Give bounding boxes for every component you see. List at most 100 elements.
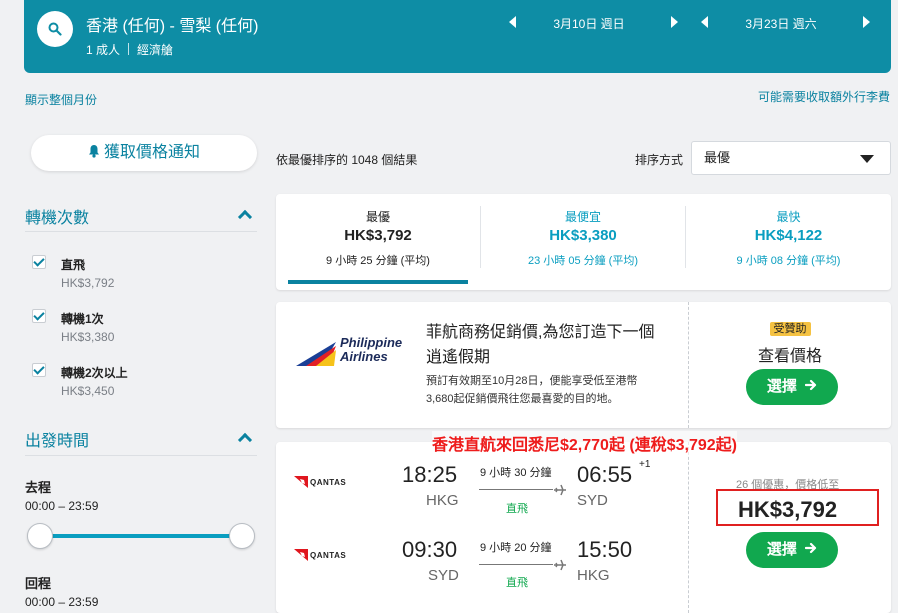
departure-time-title[interactable]: 出發時間: [25, 427, 89, 451]
view-price-text: 查看價格: [757, 348, 822, 365]
traveller-summary[interactable]: 1 成人 經濟艙: [86, 41, 173, 58]
sort-tabs: 最優 HK$3,792 9 小時 25 分鐘 (平均) 最便宜 HK$3,380…: [276, 194, 891, 290]
ad-headline: 菲航商務促銷價,為您訂造下一個 逍遙假期: [426, 320, 654, 370]
inbound-duration: 9 小時 20 分鐘: [480, 542, 552, 554]
tab-best[interactable]: 最優 HK$3,792 9 小時 25 分鐘 (平均): [276, 194, 480, 290]
passengers-text: 1 成人: [86, 43, 121, 57]
inbound-arrive-time: 15:50: [577, 537, 633, 562]
day-offset: +1: [639, 459, 651, 470]
outbound-arrive-time: 06:55: [577, 462, 633, 487]
stops-direct-label[interactable]: 直飛: [61, 256, 85, 273]
active-tab-indicator: [288, 280, 468, 284]
flight-result-card[interactable]: QANTAS 18:25 HKG 9 小時 30 分鐘 直飛 06:55 +1 …: [276, 442, 891, 613]
sort-value: 最優: [704, 150, 731, 165]
inbound-depart-time: 09:30: [402, 537, 458, 562]
ad-headline-line1: 菲航商務促銷價,為您訂造下一個: [426, 324, 655, 341]
stops-two-plus-label[interactable]: 轉機2次以上: [61, 364, 128, 381]
ad-body: 預訂有效期至10月28日，便能享受低至港幣 3,680起促銷價飛往您最喜愛的目的…: [426, 372, 637, 408]
outbound-duration: 9 小時 30 分鐘: [480, 467, 552, 479]
outbound-depart-airport: HKG: [426, 492, 459, 509]
baggage-fees-link[interactable]: 可能需要收取額外行李費: [758, 88, 890, 105]
search-icon: [48, 22, 62, 36]
philippine-airlines-logo-icon: [296, 342, 336, 366]
ad-body-line2: 3,680起促銷價飛往您最喜愛的目的地。: [426, 393, 619, 405]
outbound-depart-time: 18:25: [402, 462, 458, 487]
outbound-range: 00:00 – 23:59: [25, 499, 99, 513]
stops-filter-title[interactable]: 轉機次數: [25, 204, 89, 228]
cabin-text: 經濟艙: [137, 43, 174, 57]
outbound-end-handle[interactable]: [229, 523, 255, 549]
chevron-down-icon: [860, 155, 874, 163]
depart-date[interactable]: 3月10日 週日: [529, 15, 649, 32]
inbound-stops: 直飛: [506, 577, 528, 589]
outbound-arrive-airport: SYD: [577, 492, 608, 509]
stops-direct-price: HK$3,792: [61, 276, 115, 290]
route-summary[interactable]: 香港 (任何) - 雪梨 (任何): [86, 12, 258, 36]
tab-duration: 9 小時 25 分鐘 (平均): [326, 255, 430, 267]
ad-headline-line2: 逍遙假期: [426, 349, 491, 366]
tab-title: 最快: [776, 210, 801, 224]
airline-logo: QANTAS: [294, 549, 356, 563]
tab-title: 最優: [365, 210, 390, 224]
outbound-route-line: [479, 489, 553, 490]
promo-banner: 香港直航來回悉尼$2,770起 (連稅$3,792起): [432, 431, 737, 455]
return-date[interactable]: 3月23日 週六: [721, 15, 841, 32]
depart-next-date-icon[interactable]: [671, 16, 678, 28]
stops-one-price: HK$3,380: [61, 330, 115, 344]
price-alert-label: 獲取價格通知: [103, 144, 200, 161]
return-next-date-icon[interactable]: [863, 16, 870, 28]
plane-icon: [553, 483, 567, 501]
tab-title: 最便宜: [564, 210, 601, 224]
outbound-label: 去程: [25, 480, 52, 495]
sort-label: 排序方式: [635, 153, 684, 167]
inbound-depart-airport: SYD: [428, 567, 459, 584]
stops-two-plus-checkbox[interactable]: [32, 363, 46, 377]
arrow-right-icon: [804, 369, 817, 405]
outbound-time-slider[interactable]: [40, 534, 242, 538]
bell-icon: [88, 144, 100, 158]
show-month-link[interactable]: 顯示整個月份: [25, 91, 97, 108]
tab-duration: 9 小時 08 分鐘 (平均): [736, 255, 841, 267]
airline-logo: QANTAS: [294, 476, 356, 490]
divider: [25, 231, 257, 232]
qantas-kangaroo-icon: [294, 549, 308, 561]
flight-select-button[interactable]: 選擇: [746, 532, 838, 568]
depart-prev-date-icon[interactable]: [509, 16, 516, 28]
tab-fastest[interactable]: 最快 HK$4,122 9 小時 08 分鐘 (平均): [686, 194, 891, 290]
inbound-route-line: [479, 564, 553, 565]
results-count: 依最優排序的 1048 個結果: [276, 153, 418, 167]
card-separator: [688, 442, 689, 613]
collapse-stops-icon[interactable]: [237, 209, 253, 225]
ad-body-line1: 預訂有效期至10月28日，便能享受低至港幣: [426, 375, 638, 387]
ad-select-button[interactable]: 選擇: [746, 369, 838, 405]
stops-one-checkbox[interactable]: [32, 309, 46, 323]
search-button[interactable]: [37, 11, 73, 47]
collapse-departure-icon[interactable]: [237, 432, 253, 448]
sponsored-ad-card[interactable]: Philippine Airlines 菲航商務促銷價,為您訂造下一個 逍遙假期…: [276, 302, 891, 428]
arrow-right-icon: [804, 532, 817, 568]
tab-duration: 23 小時 05 分鐘 (平均): [527, 255, 639, 267]
select-button-label: 選擇: [766, 541, 797, 558]
outbound-start-handle[interactable]: [27, 523, 53, 549]
return-prev-date-icon[interactable]: [701, 16, 708, 28]
airline-name-line1: Philippine: [340, 335, 403, 350]
airline-name: QANTAS: [310, 478, 347, 487]
inbound-arrive-airport: HKG: [577, 567, 610, 584]
price-highlight-box: [716, 489, 879, 526]
stops-direct-checkbox[interactable]: [32, 255, 46, 269]
search-summary-bar[interactable]: 香港 (任何) - 雪梨 (任何) 1 成人 經濟艙 3月10日 週日 3月23日…: [24, 0, 891, 73]
outbound-stops: 直飛: [506, 503, 528, 515]
stops-one-label[interactable]: 轉機1次: [61, 310, 104, 327]
tab-cheapest[interactable]: 最便宜 HK$3,380 23 小時 05 分鐘 (平均): [481, 194, 685, 290]
tab-price: HK$3,792: [344, 227, 412, 244]
return-range: 00:00 – 23:59: [25, 595, 99, 609]
divider: [25, 455, 257, 456]
tab-price: HK$4,122: [754, 227, 823, 244]
sort-select[interactable]: 最優: [691, 141, 891, 175]
tab-price: HK$3,380: [549, 227, 617, 244]
return-label: 回程: [25, 576, 52, 591]
airline-logo: Philippine Airlines: [296, 336, 416, 370]
price-alert-button[interactable]: 獲取價格通知: [31, 135, 257, 171]
ad-cta-panel: 受贊助 查看價格 選擇: [689, 302, 891, 428]
plane-icon: [553, 558, 567, 576]
